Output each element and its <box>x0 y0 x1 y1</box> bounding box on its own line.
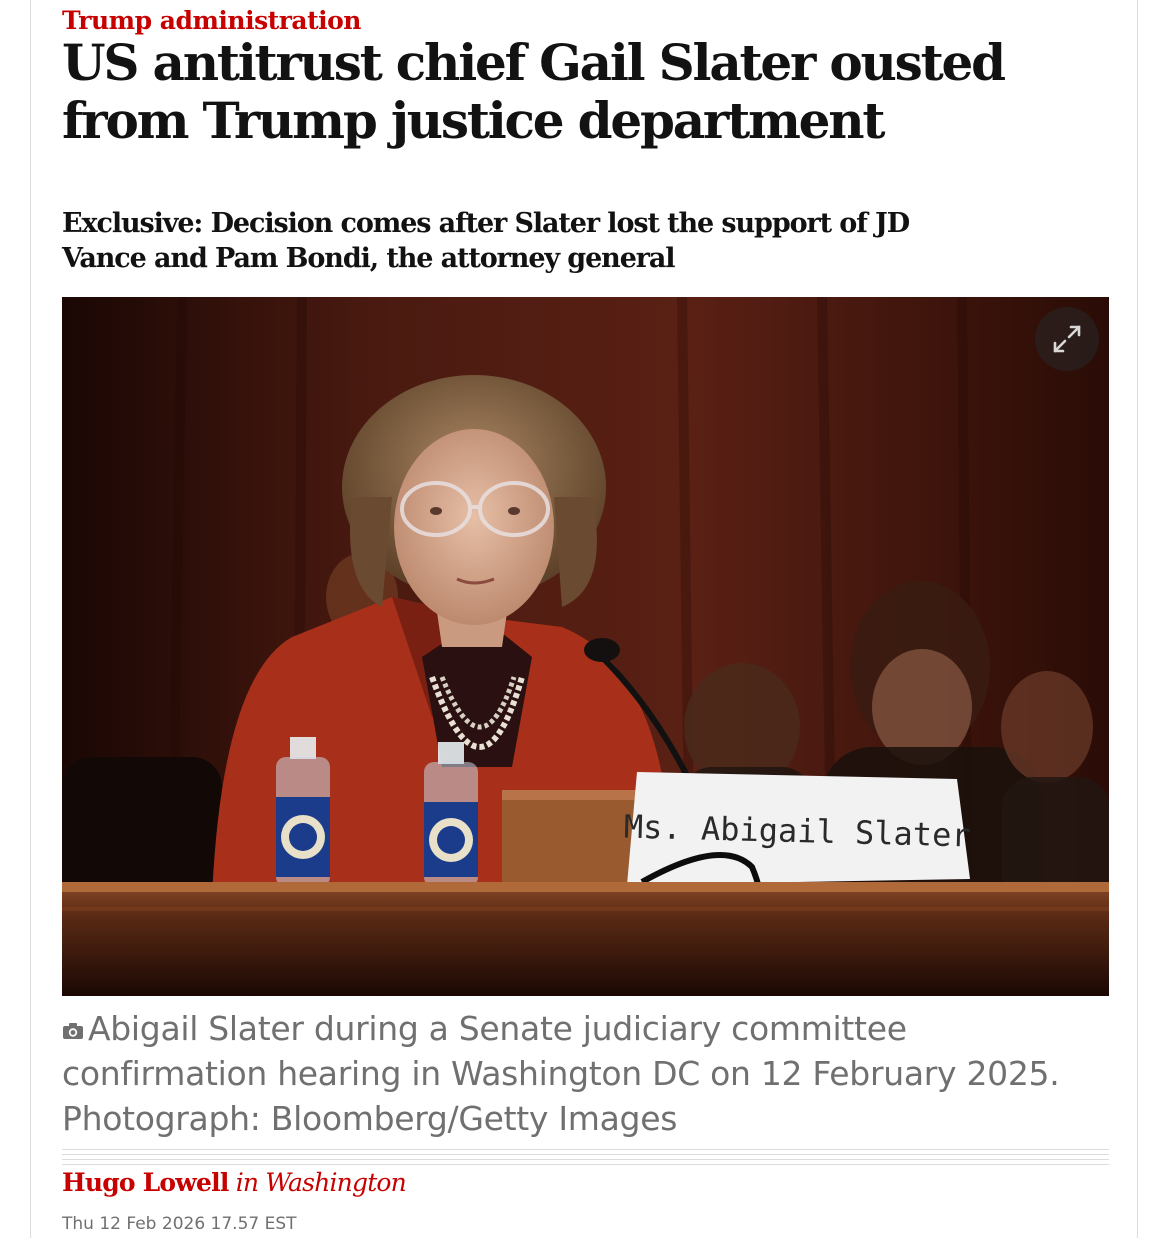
byline-location: in Washington <box>235 1168 407 1197</box>
expand-arrows-icon <box>1053 325 1081 353</box>
divider-rule <box>62 1149 1109 1150</box>
article-standfirst: Exclusive: Decision comes after Slater l… <box>62 208 910 274</box>
caption-text: Abigail Slater during a Senate judiciary… <box>62 1009 1060 1138</box>
divider-rule <box>62 1159 1109 1160</box>
section-kicker-link[interactable]: Trump administration <box>62 6 361 35</box>
divider-rule <box>62 1164 1109 1165</box>
photo-illustration: Ms. Abigail Slater <box>62 297 1109 996</box>
image-caption: Abigail Slater during a Senate judiciary… <box>62 1006 1112 1141</box>
byline: Hugo Lowell in Washington <box>62 1168 407 1197</box>
main-photo: Ms. Abigail Slater <box>62 297 1109 996</box>
publish-date: Thu 12 Feb 2026 17.57 EST <box>62 1214 297 1234</box>
camera-icon <box>63 1023 83 1039</box>
expand-image-button[interactable] <box>1035 307 1099 371</box>
divider-rule <box>62 1154 1109 1155</box>
article-headline: US antitrust chief Gail Slater ousted fr… <box>62 33 1006 150</box>
author-link[interactable]: Hugo Lowell <box>62 1168 229 1197</box>
